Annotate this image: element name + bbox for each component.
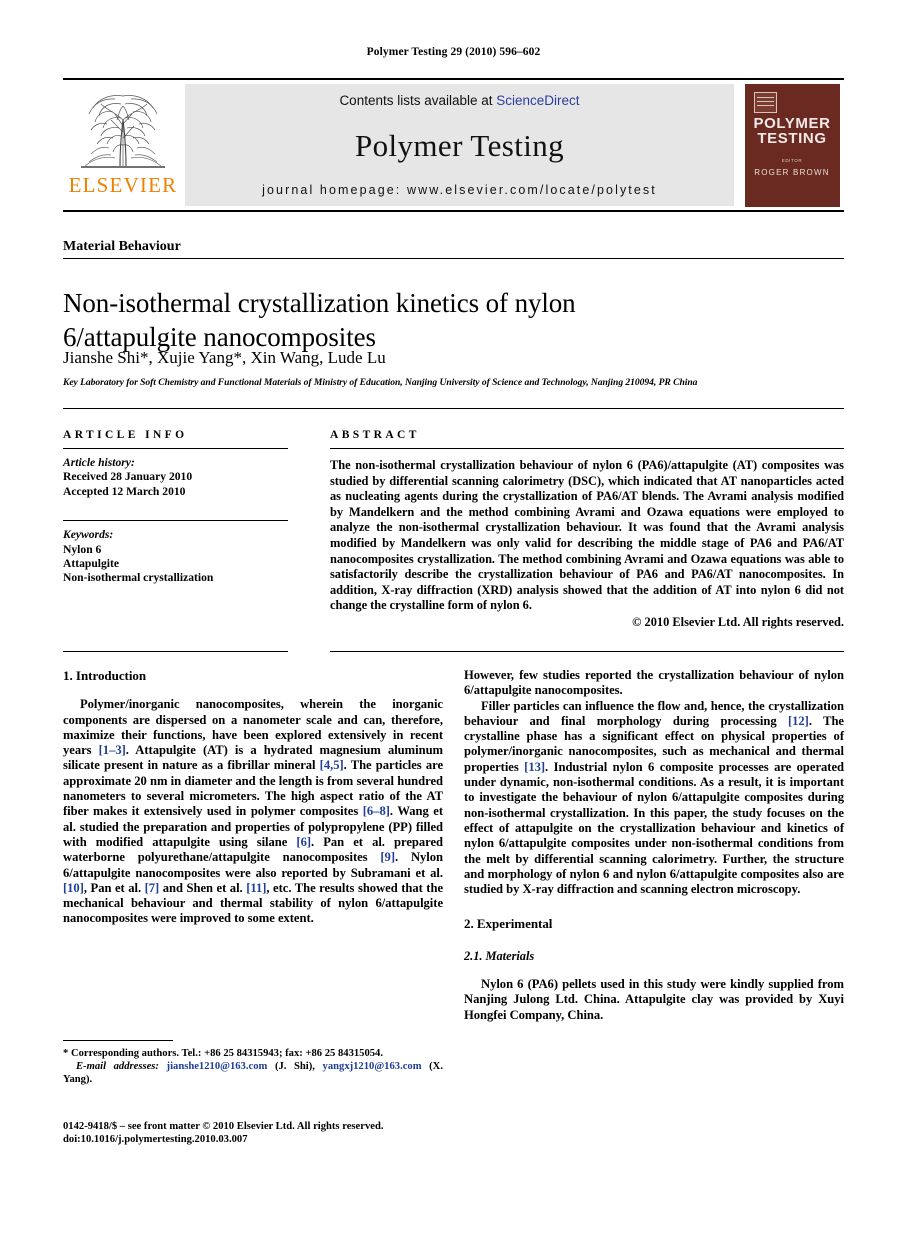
abstract-heading: ABSTRACT (330, 429, 420, 441)
abstract-copyright: © 2010 Elsevier Ltd. All rights reserved… (632, 614, 844, 629)
heading-materials: 2.1. Materials (464, 948, 535, 963)
cover-image: POLYMER TESTING EDITOR ROGER BROWN (744, 83, 840, 207)
sciencedirect-link[interactable]: ScienceDirect (496, 93, 579, 108)
citation-ref[interactable]: [12] (788, 714, 809, 728)
citation-ref[interactable]: [10] (63, 881, 84, 895)
paragraph-text: Nylon 6 (PA6) pellets used in this study… (464, 977, 844, 1022)
keywords-block: Keywords: Nylon 6 Attapulgite Non-isothe… (63, 528, 288, 586)
corresponding-author-note: * Corresponding authors. Tel.: +86 25 84… (63, 1048, 383, 1059)
keywords-label: Keywords: (63, 528, 114, 542)
email-link-1[interactable]: jianshe1210@163.com (167, 1061, 268, 1072)
keyword-item: Non-isothermal crystallization (63, 571, 214, 585)
citation-ref[interactable]: [6–8] (363, 804, 390, 818)
abstract-column: ABSTRACT The non-isothermal crystallizat… (330, 429, 844, 630)
article-info-heading: ARTICLE INFO (63, 429, 188, 441)
received-date: Received 28 January 2010 (63, 470, 193, 484)
journal-title: Polymer Testing (354, 127, 565, 163)
contents-prefix-text: Contents lists available at (339, 93, 497, 108)
paragraph-text: Polymer/inorganic nanocomposites, wherei… (63, 697, 444, 926)
divider-above-info (63, 408, 844, 409)
cover-title: POLYMER TESTING (745, 116, 840, 146)
cover-editor-label: EDITOR (781, 157, 803, 163)
paragraph-text: However, few studies reported the crysta… (464, 668, 844, 698)
running-head: Polymer Testing 29 (2010) 596–602 (366, 46, 541, 58)
email-addresses-label: E-mail addresses: (76, 1061, 159, 1073)
author-list: Jianshe Shi*, Xujie Yang*, Xin Wang, Lud… (63, 348, 386, 367)
footnote-divider (63, 1040, 173, 1041)
elsevier-tree-icon (81, 95, 165, 168)
paragraph-text: Filler particles can influence the flow … (464, 698, 844, 897)
email-note: E-mail addresses: jianshe1210@163.com (J… (63, 1060, 443, 1086)
article-section-label: Material Behaviour (63, 239, 181, 254)
email-attribution-1: (J. Shi), (274, 1061, 315, 1073)
divider-below-abstract (330, 651, 844, 652)
imprint-block: 0142-9418/$ – see front matter © 2010 El… (63, 1120, 463, 1146)
citation-ref[interactable]: [1–3] (99, 743, 126, 757)
heading-introduction: 1. Introduction (63, 668, 147, 683)
doi-line[interactable]: doi:10.1016/j.polymertesting.2010.03.007 (63, 1133, 463, 1146)
footnote-block: * Corresponding authors. Tel.: +86 25 84… (63, 1040, 443, 1087)
journal-article-page: Polymer Testing 29 (2010) 596–602 ELSEVI… (0, 0, 907, 1238)
citation-ref[interactable]: [11] (246, 881, 266, 895)
elsevier-logo: ELSEVIER (63, 84, 183, 206)
divider-below-info (63, 651, 288, 652)
email-link-2[interactable]: yangxj1210@163.com (323, 1061, 422, 1072)
citation-ref[interactable]: [9] (380, 850, 395, 864)
cover-title-line2: TESTING (757, 129, 827, 147)
citation-ref[interactable]: [13] (524, 760, 545, 774)
issn-frontmatter-line: 0142-9418/$ – see front matter © 2010 El… (63, 1121, 384, 1132)
cover-publisher-mark-icon (753, 91, 777, 113)
cover-title-line1: POLYMER (753, 114, 831, 132)
article-history-label: Article history: (63, 456, 135, 469)
divider-under-section-label (63, 258, 844, 259)
article-history-block: Article history: Received 28 January 201… (63, 456, 288, 499)
body-column-left: 1. Introduction Polymer/inorganic nanoco… (63, 668, 443, 927)
paragraph: Polymer/inorganic nanocomposites, wherei… (63, 697, 443, 926)
citation-ref[interactable]: [6] (296, 835, 311, 849)
elsevier-wordmark: ELSEVIER (68, 173, 178, 197)
article-info-column: ARTICLE INFO Article history: Received 2… (63, 429, 288, 586)
paragraph: Nylon 6 (PA6) pellets used in this study… (464, 977, 844, 1023)
banner-center: Contents lists available at ScienceDirec… (185, 84, 734, 206)
journal-cover-thumbnail[interactable]: POLYMER TESTING EDITOR ROGER BROWN (740, 83, 844, 207)
divider-under-info-heading (63, 448, 288, 449)
divider-above-keywords (63, 520, 288, 522)
accepted-date: Accepted 12 March 2010 (63, 484, 186, 498)
keyword-item: Attapulgite (63, 557, 120, 571)
page-title: Non-isothermal crystallization kinetics … (63, 288, 576, 353)
keyword-item: Nylon 6 (63, 542, 102, 556)
abstract-text: The non-isothermal crystallization behav… (330, 458, 844, 613)
journal-homepage-line[interactable]: journal homepage: www.elsevier.com/locat… (262, 183, 657, 197)
body-column-right: However, few studies reported the crysta… (464, 668, 844, 1023)
citation-ref[interactable]: [4,5] (320, 758, 344, 772)
citation-ref[interactable]: [7] (145, 881, 160, 895)
contents-available-line: Contents lists available at ScienceDirec… (339, 93, 579, 108)
paragraph: However, few studies reported the crysta… (464, 668, 844, 699)
paragraph: Filler particles can influence the flow … (464, 699, 844, 898)
cover-editor-name: ROGER BROWN (754, 167, 830, 177)
affiliation: Key Laboratory for Soft Chemistry and Fu… (63, 377, 698, 388)
journal-banner: ELSEVIER Contents lists available at Sci… (63, 78, 844, 212)
divider-under-abstract-heading (330, 448, 844, 449)
heading-experimental: 2. Experimental (464, 916, 553, 932)
